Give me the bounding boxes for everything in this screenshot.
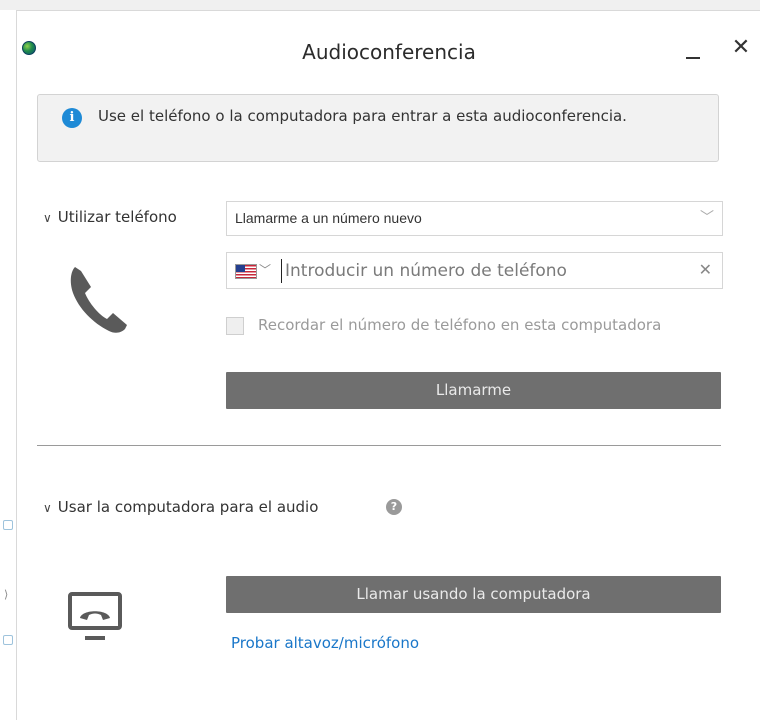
help-icon[interactable]: ? [386,499,402,515]
phone-number-box: ﹀ ✕ [226,252,723,289]
remember-number-checkbox[interactable] [226,317,244,335]
info-message: Use el teléfono o la computadora para en… [98,107,627,125]
chevron-down-icon: ﹀ [700,210,714,226]
us-flag-icon[interactable] [235,264,257,279]
background-edge-mark [3,520,13,530]
country-chevron-down-icon[interactable]: ﹀ [259,261,271,278]
computer-section-toggle[interactable]: ∨ Usar la computadora para el audio [43,498,318,516]
title-bar[interactable]: Audioconferencia ✕ [17,11,760,79]
call-option-selected: Llamarme a un número nuevo [235,210,422,226]
background-edge-glyph: ⟩ [4,588,9,601]
close-icon: ✕ [731,35,751,60]
phone-handset-icon [70,267,127,333]
close-button[interactable]: ✕ [729,36,753,60]
chevron-down-icon: ∨ [43,501,52,515]
background-window-edge: ⟩ [0,10,16,719]
call-me-button[interactable]: Llamarme [226,372,721,409]
section-divider [37,445,721,446]
chevron-down-icon: ∨ [43,211,52,225]
computer-section-title: Usar la computadora para el audio [57,498,319,516]
phone-section-toggle[interactable]: ∨ Utilizar teléfono [43,208,177,226]
audioconference-dialog: Audioconferencia ✕ i Use el teléfono o l… [16,10,760,720]
window-title: Audioconferencia [302,40,476,64]
call-option-dropdown[interactable]: Llamarme a un número nuevo ﹀ [226,201,723,236]
info-icon: i [62,108,82,128]
test-speaker-mic-link[interactable]: Probar altavoz/micrófono [231,634,419,652]
phone-section-title: Utilizar teléfono [57,208,177,226]
info-banner: i Use el teléfono o la computadora para … [37,94,719,162]
call-using-computer-button[interactable]: Llamar usando la computadora [226,576,721,613]
clear-icon[interactable]: ✕ [699,260,712,279]
background-strip [0,0,760,10]
background-edge-mark [3,635,13,645]
computer-call-icon [68,592,122,640]
remember-number-label: Recordar el número de teléfono en esta c… [258,316,662,334]
minimize-button[interactable] [682,39,704,61]
phone-number-input[interactable] [281,259,697,283]
